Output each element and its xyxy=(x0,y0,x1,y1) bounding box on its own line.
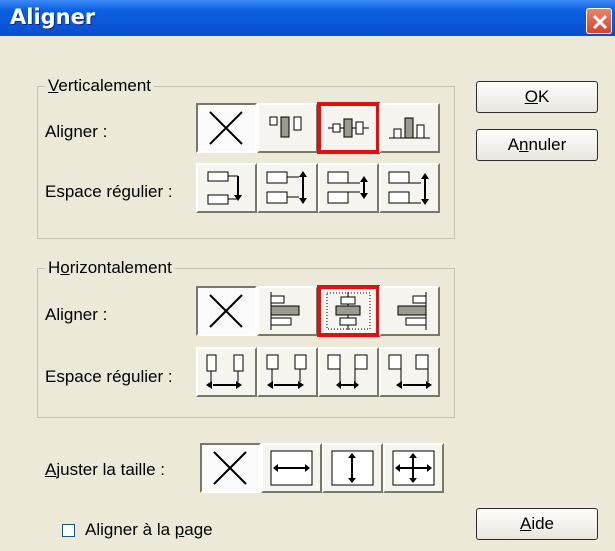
align-center-icon xyxy=(326,292,371,330)
align-top-icon xyxy=(269,116,302,138)
horizontal-spacing-gap-button[interactable] xyxy=(318,347,379,397)
spacing-right-icon xyxy=(388,354,432,389)
horizontal-spacing-middle-button[interactable] xyxy=(257,347,318,397)
spacing-left-icon xyxy=(206,354,244,389)
vertical-spacing-gap-button[interactable] xyxy=(318,163,379,213)
horizontal-align-none-button[interactable] xyxy=(196,286,257,336)
horizontal-align-left-button[interactable] xyxy=(257,286,318,336)
vertical-spacing-bottom-button[interactable] xyxy=(379,163,440,213)
align-left-icon xyxy=(270,292,300,330)
spacing-center-icon xyxy=(266,354,307,389)
spacing-gap-icon xyxy=(327,354,368,389)
resize-width-button[interactable] xyxy=(261,443,322,493)
dialog-title: Aligner xyxy=(10,5,96,29)
spacing-bottom-icon xyxy=(388,171,429,205)
vertical-spacing-top-button[interactable] xyxy=(196,163,257,213)
close-icon xyxy=(592,14,608,30)
resize-width-icon xyxy=(270,450,313,486)
horizontal-spacing-right-button[interactable] xyxy=(379,347,440,397)
vertical-align-center-button[interactable] xyxy=(317,102,380,154)
help-button[interactable]: Aide xyxy=(476,508,598,540)
align-bottom-icon xyxy=(389,117,430,139)
resize-label: Ajuster la taille : xyxy=(45,460,166,479)
page-align-label: Aligner à la page xyxy=(85,520,213,539)
horizontal-align-right-button[interactable] xyxy=(379,286,440,336)
page-align-checkbox[interactable] xyxy=(62,524,75,537)
vertical-align-bottom-button[interactable] xyxy=(379,103,440,153)
no-change-icon xyxy=(213,451,247,485)
no-change-icon xyxy=(209,294,243,328)
vertical-align-label: Aligner : xyxy=(45,122,108,141)
close-button[interactable] xyxy=(586,8,612,34)
spacing-gap-icon xyxy=(327,171,368,204)
title-bar: Aligner xyxy=(0,0,615,36)
cancel-button[interactable]: Annuler xyxy=(476,129,598,161)
vertical-spacing-label: Espace régulier : xyxy=(45,182,173,201)
resize-height-button[interactable] xyxy=(322,443,383,493)
resize-both-button[interactable] xyxy=(383,443,444,493)
resize-none-button[interactable] xyxy=(200,443,261,493)
horizontal-group-title: Horizontalement xyxy=(45,259,175,277)
vertical-align-none-button[interactable] xyxy=(196,103,257,153)
horizontal-align-center-button[interactable] xyxy=(317,285,380,337)
horizontal-spacing-label: Espace régulier : xyxy=(45,367,173,386)
spacing-top-icon xyxy=(207,171,242,205)
horizontal-align-label: Aligner : xyxy=(45,305,108,324)
vertical-group-title: Verticalement xyxy=(45,77,155,95)
no-change-icon xyxy=(209,111,243,145)
spacing-middle-icon xyxy=(266,171,307,204)
ok-button[interactable]: OK xyxy=(476,81,598,113)
align-middle-icon xyxy=(328,118,369,138)
align-right-icon xyxy=(397,292,427,330)
horizontal-spacing-left-button[interactable] xyxy=(196,347,257,397)
resize-both-icon xyxy=(392,450,435,486)
vertical-spacing-middle-button[interactable] xyxy=(257,163,318,213)
resize-height-icon xyxy=(331,450,374,486)
vertical-align-top-button[interactable] xyxy=(257,103,318,153)
